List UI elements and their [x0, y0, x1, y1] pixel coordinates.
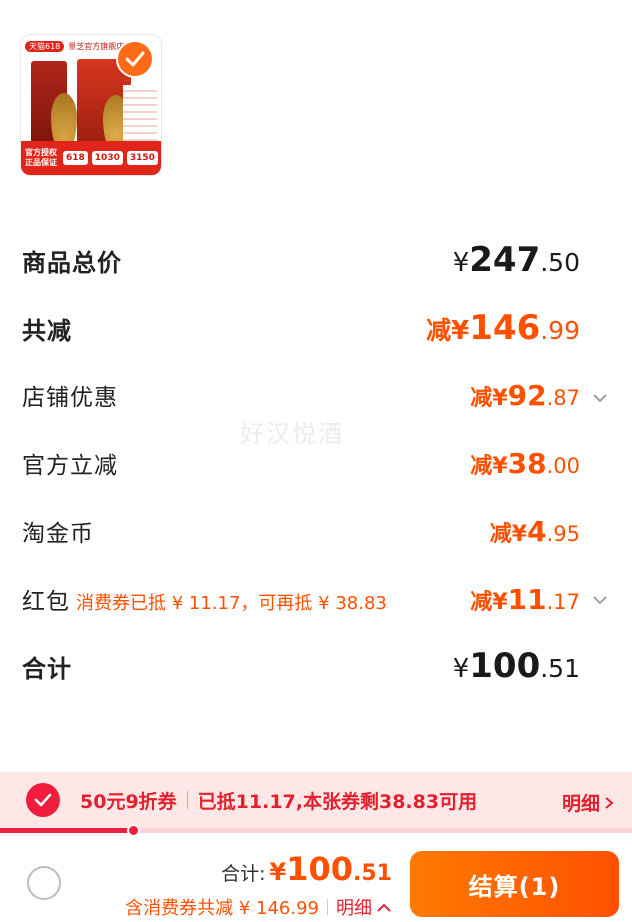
discount-prefix: 减 [470, 589, 493, 615]
amount-integer: 38 [507, 446, 547, 480]
amount-integer: 100 [286, 850, 354, 888]
amount-decimal: .00 [546, 453, 580, 478]
chevron-down-icon[interactable] [592, 592, 608, 608]
currency-symbol: ¥ [492, 453, 508, 479]
currency-symbol: ¥ [451, 316, 470, 346]
thumb-coupon-strip: 官方授权 正品保证 618 1030 3150 [21, 141, 161, 175]
thumb-618-badge: 天猫618 [25, 40, 65, 52]
amount-decimal: .87 [546, 385, 580, 410]
thumb-shop-name: 景芝官方旗舰店 [68, 41, 125, 51]
coupon-description: 已抵11.17,本张券剩38.83可用 [197, 790, 478, 813]
discount-prefix: 减 [489, 521, 512, 547]
row-label-group: 红包 消费券已抵 ¥ 11.17，可再抵 ¥ 38.83 [22, 582, 387, 616]
footer-divider [327, 899, 328, 915]
currency-symbol: ¥ [492, 589, 508, 615]
coupon-progress-fill [0, 828, 133, 833]
thumb-info-panel [123, 85, 157, 149]
discount-prefix: 减 [470, 453, 493, 479]
currency-symbol: ¥ [492, 385, 508, 411]
row-taojinbi: 淘金币 减 ¥ 4 .95 [22, 514, 580, 548]
row-official-discount: 官方立减 减 ¥ 38 .00 [22, 446, 580, 480]
select-all-checkbox[interactable] [27, 866, 61, 900]
row-grand-total: 合计 ¥ 100 .51 [22, 646, 580, 686]
row-label: 淘金币 [22, 521, 94, 547]
row-shop-discount[interactable]: 店铺优惠 减 ¥ 92 .87 [22, 378, 580, 412]
coupon-progress-bar [0, 824, 632, 837]
amount-decimal: .50 [540, 248, 580, 277]
footer-total: 合计: ¥ 100 .51 [221, 850, 392, 888]
product-selected-check-icon[interactable] [116, 40, 154, 78]
row-amount: 减 ¥ 38 .00 [470, 447, 580, 480]
currency-symbol: ¥ [269, 858, 287, 886]
amount-decimal: .51 [540, 654, 580, 683]
row-label: 店铺优惠 [22, 385, 118, 411]
coupon-bar[interactable]: 50元9折券 已抵11.17,本张券剩38.83可用 明细 [0, 772, 632, 828]
chevron-right-icon [605, 796, 614, 809]
amount-integer: 247 [469, 240, 541, 280]
row-red-packet[interactable]: 红包 消费券已抵 ¥ 11.17，可再抵 ¥ 38.83 减 ¥ 11 .17 [22, 582, 580, 616]
thumb-coupon: 618 [63, 151, 88, 165]
chevron-down-icon[interactable] [592, 390, 608, 406]
amount-integer: 92 [507, 378, 547, 412]
coupon-check-icon[interactable] [26, 783, 60, 817]
row-amount: 减 ¥ 146 .99 [426, 308, 580, 348]
footer-detail-toggle[interactable]: 明细 [336, 894, 392, 920]
coupon-divider [186, 791, 188, 809]
coupon-detail-link[interactable]: 明细 [562, 789, 614, 816]
row-label: 共减 [22, 316, 72, 345]
footer-discount-text: 含消费券共减 ¥ 146.99 [125, 898, 319, 919]
row-amount: 减 ¥ 92 .87 [470, 379, 580, 412]
currency-symbol: ¥ [452, 248, 470, 278]
coupon-name: 50元9折券 [80, 790, 177, 813]
discount-prefix: 减 [426, 316, 452, 345]
footer-discount-summary: 含消费券共减 ¥ 146.99 明细 [125, 894, 392, 920]
discount-prefix: 减 [470, 385, 493, 411]
row-label: 官方立减 [22, 453, 118, 479]
row-total-price: 商品总价 ¥ 247 .50 [22, 240, 580, 280]
coupon-detail-label: 明细 [561, 793, 600, 815]
watermark: 好汉悦酒 [240, 420, 344, 448]
row-label: 商品总价 [22, 248, 122, 277]
footer-total-label: 合计: [221, 863, 266, 885]
amount-decimal: .95 [546, 521, 580, 546]
thumb-coupon: 1030 [91, 151, 123, 165]
currency-symbol: ¥ [452, 654, 470, 684]
amount-integer: 4 [527, 514, 547, 548]
amount-decimal: .17 [546, 589, 580, 614]
row-amount: 减 ¥ 4 .95 [490, 515, 580, 548]
checkout-button[interactable]: 结算(1) [410, 851, 619, 917]
row-amount: 减 ¥ 11 .17 [470, 583, 580, 616]
row-label: 合计 [22, 654, 72, 683]
footer-detail-label: 明细 [336, 898, 372, 919]
row-amount: ¥ 247 .50 [453, 240, 580, 280]
amount-decimal: .99 [540, 316, 580, 345]
row-amount: ¥ 100 .51 [453, 646, 580, 686]
row-label: 红包 [22, 589, 70, 615]
chevron-up-icon [377, 903, 391, 912]
amount-integer: 146 [469, 308, 541, 348]
thumb-guarantee: 官方授权 正品保证 [25, 148, 57, 167]
amount-integer: 11 [507, 582, 547, 616]
red-packet-note: 消费券已抵 ¥ 11.17，可再抵 ¥ 38.83 [76, 593, 387, 614]
amount-decimal: .51 [353, 861, 392, 886]
coupon-progress-handle [126, 824, 140, 837]
thumb-coupon: 3150 [126, 151, 158, 165]
row-total-discount: 共减 减 ¥ 146 .99 [22, 308, 580, 348]
currency-symbol: ¥ [511, 521, 528, 547]
amount-integer: 100 [469, 646, 541, 686]
